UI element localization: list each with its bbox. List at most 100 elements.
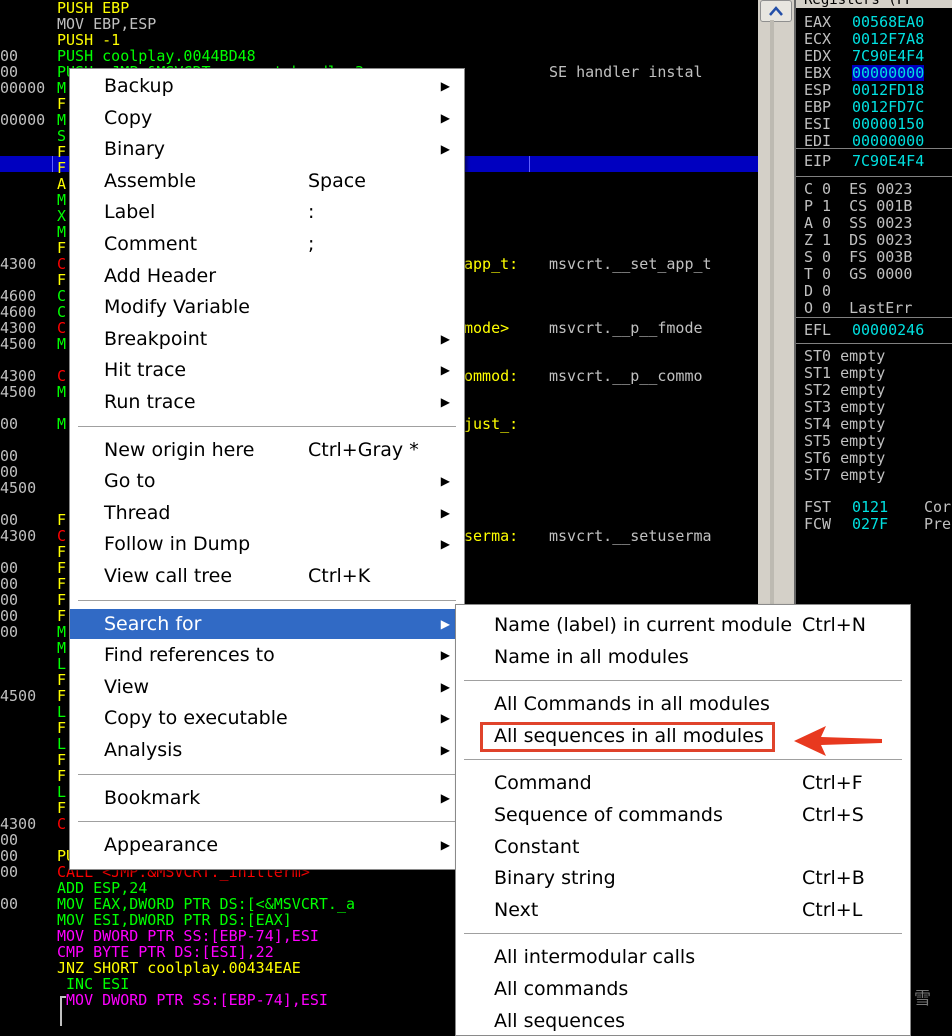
flag-row[interactable]: Z 1 DS 0023 [804,232,912,248]
instruction-text[interactable]: PUSH EBP [57,0,129,16]
submenu-item-all-commands[interactable]: All commands [456,974,910,1004]
instruction-text[interactable]: C [57,528,66,544]
menu-item-binary[interactable]: Binary ▶ [70,134,464,164]
register-ecx-value[interactable]: 0012F7A8 [852,31,924,47]
instruction-text[interactable]: L [57,784,66,800]
instruction-text[interactable]: C [57,256,66,272]
register-esp-value[interactable]: 0012FD18 [852,82,924,98]
instruction-text[interactable]: C [57,816,66,832]
instruction-text[interactable]: F [57,144,66,160]
submenu-item-next[interactable]: Next Ctrl+L [456,895,910,925]
menu-item-label[interactable]: Label: [70,197,464,227]
flag-row[interactable]: D 0 [804,283,831,299]
submenu-item-binary-string[interactable]: Binary string Ctrl+B [456,863,910,893]
instruction-text[interactable]: X [57,208,66,224]
instruction-text[interactable]: C [57,368,66,384]
menu-item-view[interactable]: View ▶ [70,672,464,702]
fpu-register-row[interactable]: ST6 empty [804,450,885,466]
register-ebx-value[interactable]: 00000000 [852,65,925,81]
fpu-register-row[interactable]: ST4 empty [804,416,885,432]
instruction-text[interactable]: F [57,576,66,592]
instruction-text[interactable]: F [57,752,66,768]
instruction-text[interactable]: F [57,544,66,560]
flag-row[interactable]: O 0 LastErr [804,300,912,316]
instruction-text[interactable]: M [57,336,66,352]
search-for-submenu[interactable]: Name (label) in current module Ctrl+N Name… [455,604,911,1036]
submenu-item-constant[interactable]: Constant [456,832,910,862]
instruction-text[interactable]: MOV DWORD PTR SS:[EBP-74],ESI [57,992,328,1008]
instruction-text[interactable]: F [57,592,66,608]
instruction-text[interactable]: F [57,768,66,784]
instruction-text[interactable]: INC ESI [57,976,129,992]
instruction-text[interactable]: M [57,640,66,656]
menu-item-copy-to-executable[interactable]: Copy to executable ▶ [70,703,464,733]
instruction-text[interactable]: CMP BYTE PTR DS:[ESI],22 [57,944,274,960]
menu-item-view-call-tree[interactable]: View call tree Ctrl+K [70,561,464,591]
submenu-item-command[interactable]: Command Ctrl+F [456,768,910,798]
fpu-register-row[interactable]: ST0 empty [804,348,885,364]
instruction-text[interactable]: M [57,224,66,240]
fpu-register-row[interactable]: ST7 empty [804,467,885,483]
menu-item-find-references-to[interactable]: Find references to ▶ [70,640,464,670]
submenu-item-name-label-in-current-module[interactable]: Name (label) in current module Ctrl+N [456,610,910,640]
instruction-text[interactable]: M [57,624,66,640]
instruction-text[interactable]: M [57,112,66,128]
instruction-text[interactable]: PUSH coolplay.0044BD48 [57,48,256,64]
register-efl-value[interactable]: 00000246 [852,322,924,338]
fpu-register-row[interactable]: ST3 empty [804,399,885,415]
instruction-text[interactable]: C [57,304,66,320]
instruction-text[interactable]: M [57,192,66,208]
register-esi-value[interactable]: 00000150 [852,116,924,132]
submenu-item-all-sequences[interactable]: All sequences [456,1006,910,1036]
menu-item-hit-trace[interactable]: Hit trace ▶ [70,355,464,385]
instruction-text[interactable]: L [57,656,66,672]
menu-item-appearance[interactable]: Appearance ▶ [70,830,464,860]
instruction-text[interactable]: L [57,704,66,720]
register-edi-value[interactable]: 00000000 [852,133,924,149]
menu-item-assemble[interactable]: Assemble Space [70,166,464,196]
instruction-text[interactable]: MOV EBP,ESP [57,16,156,32]
flag-row[interactable]: A 0 SS 0023 [804,215,912,231]
menu-item-modify-variable[interactable]: Modify Variable [70,292,464,322]
instruction-text[interactable]: L [57,736,66,752]
register-eax-value[interactable]: 00568EA0 [852,14,924,30]
flag-row[interactable]: P 1 CS 001B [804,198,912,214]
menu-item-bookmark[interactable]: Bookmark ▶ [70,783,464,813]
flag-row[interactable]: S 0 FS 003B [804,249,912,265]
fpu-register-row[interactable]: ST5 empty [804,433,885,449]
menu-item-comment[interactable]: Comment; [70,229,464,259]
instruction-text[interactable]: F [57,240,66,256]
context-menu[interactable]: Backup ▶ Copy ▶ Binary ▶ Assemble Space Label: Co… [69,68,465,870]
instruction-text[interactable]: PUSH -1 [57,32,120,48]
submenu-item-all-commands-in-all-modules[interactable]: All Commands in all modules [456,689,910,719]
menu-item-search-for[interactable]: Search for ▶ [70,608,464,639]
register-edx-value[interactable]: 7C90E4F4 [852,48,924,64]
instruction-text[interactable]: MOV EAX,DWORD PTR DS:[<&MSVCRT._a [57,896,355,912]
instruction-text[interactable]: F [57,720,66,736]
instruction-text[interactable]: MOV ESI,DWORD PTR DS:[EAX] [57,912,292,928]
submenu-item-sequence-of-commands[interactable]: Sequence of commands Ctrl+S [456,800,910,830]
menu-item-go-to[interactable]: Go to ▶ [70,466,464,496]
instruction-text[interactable]: F [57,688,66,704]
flag-row[interactable]: T 0 GS 0000 [804,266,912,282]
instruction-text[interactable]: A [57,176,66,192]
menu-item-add-header[interactable]: Add Header [70,261,464,291]
instruction-text[interactable]: ADD ESP,24 [57,880,147,896]
fpu-register-row[interactable]: ST1 empty [804,365,885,381]
instruction-text[interactable]: C [57,288,66,304]
instruction-text[interactable]: F [57,608,66,624]
flag-row[interactable]: C 0 ES 0023 [804,181,912,197]
register-ebp-value[interactable]: 0012FD7C [852,99,924,115]
instruction-text[interactable]: JNZ SHORT coolplay.00434EAE [57,960,301,976]
menu-item-new-origin-here[interactable]: New origin here Ctrl+Gray * [70,435,464,465]
menu-item-copy[interactable]: Copy ▶ [70,103,464,133]
instruction-text[interactable]: M [57,384,66,400]
instruction-text[interactable]: F [57,96,66,112]
register-eip-value[interactable]: 7C90E4F4 [852,153,924,169]
menu-item-follow-in-dump[interactable]: Follow in Dump ▶ [70,529,464,559]
instruction-text[interactable]: S [57,128,66,144]
menu-item-run-trace[interactable]: Run trace ▶ [70,387,464,417]
submenu-item-all-intermodular-calls[interactable]: All intermodular calls [456,942,910,972]
instruction-text[interactable]: F [57,672,66,688]
submenu-item-name-in-all-modules[interactable]: Name in all modules [456,642,910,672]
